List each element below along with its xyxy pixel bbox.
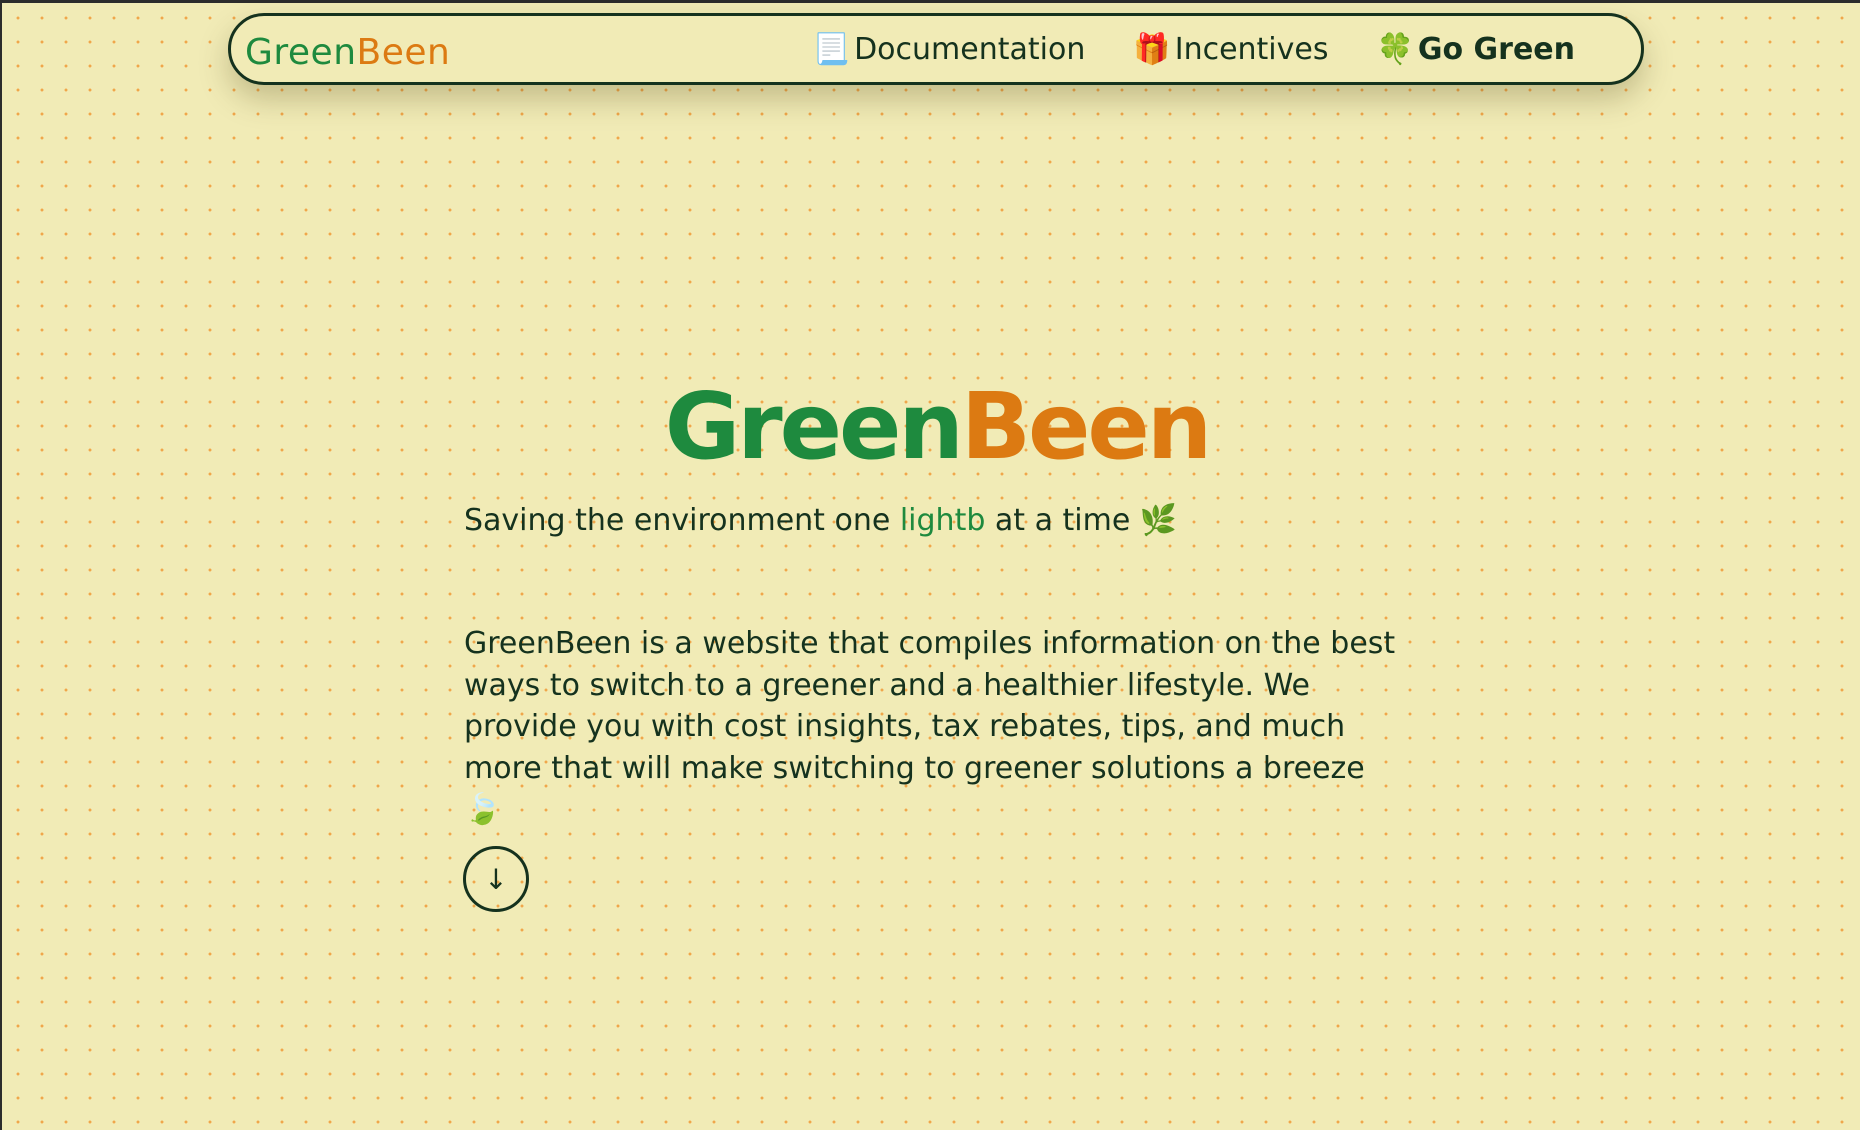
nav-link-go-green[interactable]: 🍀 Go Green — [1376, 32, 1575, 67]
nav-link-incentives[interactable]: 🎁 Incentives — [1133, 32, 1328, 67]
nav-link-incentives-label: Incentives — [1174, 31, 1329, 67]
hero-title-green: Green — [664, 373, 964, 480]
leaf-icon: 🍃 — [464, 792, 502, 827]
gift-icon: 🎁 — [1133, 31, 1171, 67]
hero-tagline: Saving the environment one lightb at a t… — [464, 503, 1177, 538]
navbar: GreenBeen 📃 Documentation 🎁 Incentives 🍀… — [228, 13, 1644, 85]
nav-link-go-green-label: Go Green — [1417, 31, 1575, 67]
hero-title: GreenBeen — [2, 373, 1860, 480]
nav-links: 📃 Documentation 🎁 Incentives 🍀 Go Green — [813, 32, 1575, 67]
arrow-down-icon: ↓ — [484, 862, 508, 896]
tagline-text-before: Saving the environment one — [464, 503, 900, 538]
brand-logo-been: Been — [356, 31, 451, 73]
clover-icon: 🍀 — [1376, 31, 1414, 67]
description-text: GreenBeen is a website that compiles inf… — [464, 626, 1396, 786]
hero-title-been: Been — [960, 373, 1212, 480]
brand-logo-green: Green — [245, 31, 357, 73]
scroll-down-button[interactable]: ↓ — [463, 846, 529, 912]
documentation-icon: 📃 — [812, 31, 851, 67]
herb-icon: 🌿 — [1139, 503, 1178, 538]
brand-logo[interactable]: GreenBeen — [245, 32, 450, 73]
tagline-text-after: at a time — [985, 503, 1140, 538]
tagline-highlight: lightb — [899, 503, 986, 538]
hero-description: GreenBeen is a website that compiles inf… — [464, 623, 1404, 831]
nav-link-documentation[interactable]: 📃 Documentation — [813, 32, 1086, 67]
nav-link-documentation-label: Documentation — [854, 31, 1086, 67]
